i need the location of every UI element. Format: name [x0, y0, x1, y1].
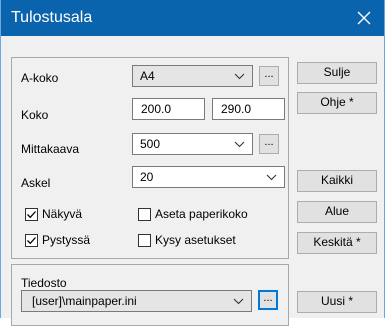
- visible-check-box[interactable]: [25, 207, 38, 221]
- a-size-browse-button[interactable]: ...: [259, 66, 279, 86]
- chevron-down-icon: [234, 141, 245, 148]
- ask-settings-check-box[interactable]: [138, 233, 151, 247]
- set-paper-size-label: Aseta paperikoko: [155, 207, 248, 221]
- visible-checkbox[interactable]: Näkyvä: [25, 206, 82, 222]
- checkmark-icon: [27, 210, 36, 218]
- new-button[interactable]: Uusi *: [297, 291, 377, 313]
- title-bar: Tulostusala: [1, 0, 384, 36]
- file-label: Tiedosto: [21, 276, 67, 290]
- file-path-dropdown[interactable]: [user]\mainpaper.ini: [21, 290, 252, 312]
- portrait-check-box[interactable]: [25, 233, 38, 247]
- checkmark-icon: [27, 236, 36, 244]
- step-value: 20: [140, 170, 154, 184]
- help-button[interactable]: Ohje *: [297, 92, 377, 114]
- chevron-down-icon: [266, 174, 277, 181]
- chevron-down-icon: [234, 73, 245, 80]
- tulostusala-dialog: Tulostusala A-koko A4 ... Koko 200.0 290…: [0, 0, 385, 326]
- a-size-label: A-koko: [21, 71, 59, 85]
- set-paper-size-checkbox[interactable]: Aseta paperikoko: [138, 206, 248, 222]
- width-field[interactable]: 200.0: [132, 98, 205, 120]
- step-label: Askel: [21, 176, 51, 190]
- ask-settings-label: Kysy asetukset: [155, 233, 236, 247]
- close-icon: [357, 11, 371, 25]
- set-paper-size-check-box[interactable]: [138, 207, 151, 221]
- scale-value: 500: [140, 137, 161, 151]
- close-button[interactable]: Sulje: [297, 62, 377, 84]
- all-button[interactable]: Kaikki: [297, 170, 377, 192]
- scale-label: Mittakaava: [21, 142, 80, 156]
- ask-settings-checkbox[interactable]: Kysy asetukset: [138, 232, 236, 248]
- step-dropdown[interactable]: 20: [132, 166, 285, 188]
- portrait-checkbox[interactable]: Pystyssä: [25, 232, 90, 248]
- size-label: Koko: [21, 108, 49, 122]
- scale-browse-button[interactable]: ...: [259, 134, 279, 154]
- width-value: 200.0: [141, 102, 172, 116]
- height-field[interactable]: 290.0: [212, 98, 285, 120]
- a-size-dropdown[interactable]: A4: [132, 65, 253, 87]
- height-value: 290.0: [221, 102, 252, 116]
- window-title: Tulostusala: [11, 9, 93, 26]
- file-browse-button[interactable]: ...: [258, 290, 278, 310]
- close-window-button[interactable]: [344, 0, 384, 36]
- settings-group: [11, 57, 289, 259]
- center-button[interactable]: Keskitä *: [297, 232, 377, 254]
- area-button[interactable]: Alue: [297, 201, 377, 223]
- file-path-value: [user]\mainpaper.ini: [32, 294, 137, 308]
- chevron-down-icon: [233, 298, 244, 305]
- visible-label: Näkyvä: [42, 207, 83, 221]
- a-size-value: A4: [140, 69, 155, 83]
- portrait-label: Pystyssä: [42, 233, 91, 247]
- scale-dropdown[interactable]: 500: [132, 133, 253, 155]
